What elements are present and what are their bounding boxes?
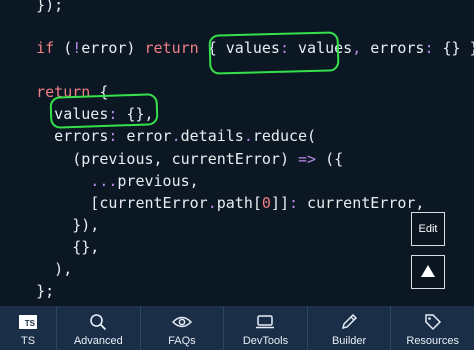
nav-item-resources[interactable]: Resources <box>390 306 474 350</box>
tag-icon <box>424 313 442 331</box>
code-token: (previous, currentError) <box>0 150 299 168</box>
code-token: [currentError <box>0 194 208 212</box>
code-token: }; <box>0 282 55 300</box>
code-token: , <box>352 39 362 57</box>
code-token: => <box>298 150 317 168</box>
nav-item-devtools[interactable]: DevTools <box>223 306 307 350</box>
code-line: (previous, currentError) => ({ <box>0 148 343 170</box>
triangle-up-icon <box>420 264 436 281</box>
code-token: if <box>0 39 64 57</box>
code-token: ({ <box>316 150 344 168</box>
highlight-values-empty <box>49 93 159 129</box>
nav-item-label: FAQs <box>168 335 196 347</box>
code-token: ( <box>63 39 73 57</box>
code-token: . <box>243 127 253 145</box>
code-token: details <box>180 127 244 145</box>
code-token: ]] <box>270 194 289 212</box>
pencil-icon <box>340 313 358 331</box>
code-token: previous, <box>117 172 199 190</box>
code-line: }; <box>0 280 54 302</box>
code-token: ), <box>0 260 73 278</box>
code-line: errors: error.details.reduce( <box>0 125 316 147</box>
code-token: : <box>289 194 299 212</box>
code-token: path[ <box>216 194 262 212</box>
code-line: [currentError.path[0]]: currentError, <box>0 192 424 214</box>
code-token: {}, <box>0 238 100 256</box>
nav-item-faqs[interactable]: FAQs <box>139 306 224 350</box>
nav-item-advanced[interactable]: Advanced <box>56 306 140 350</box>
edit-button[interactable]: Edit <box>411 212 445 246</box>
code-token: return <box>144 39 199 57</box>
code-token: ... <box>0 172 118 190</box>
edit-label: Edit <box>418 223 438 235</box>
code-token: }); <box>0 0 64 14</box>
scroll-up-button[interactable] <box>411 255 445 289</box>
highlight-values-values <box>208 31 340 75</box>
nav-item-label: Builder <box>331 335 367 347</box>
code-token: reduce( <box>252 127 317 145</box>
ts-badge-icon: TS <box>19 315 37 329</box>
code-token: ! <box>72 39 82 57</box>
code-token: errors <box>0 127 109 145</box>
nav-item-label: TS <box>20 335 36 347</box>
eye-icon <box>171 313 192 331</box>
code-line: ), <box>0 258 72 280</box>
code-token: . <box>207 194 217 212</box>
nav-item-label: Resources <box>406 335 459 347</box>
nav-item-builder[interactable]: Builder <box>306 306 391 350</box>
code-line: ...previous, <box>0 170 199 192</box>
code-token: : <box>424 39 434 57</box>
code-token: }), <box>0 216 100 234</box>
code-token: currentError, <box>298 194 425 212</box>
code-token: error <box>117 127 172 145</box>
code-token: 0 <box>261 194 271 212</box>
code-token: . <box>171 127 181 145</box>
code-line: {}, <box>0 236 99 258</box>
bottom-nav: TS TS Advanced FAQs DevTools Builder Res… <box>0 306 474 350</box>
code-token: error) <box>81 39 145 57</box>
nav-item-ts[interactable]: TS TS <box>0 306 56 350</box>
code-line: }); <box>0 0 63 16</box>
nav-item-label: Advanced <box>73 335 123 347</box>
nav-item-label: DevTools <box>242 335 289 347</box>
laptop-icon <box>255 313 275 331</box>
search-icon <box>89 313 107 331</box>
code-token: errors <box>361 39 425 57</box>
code-line: }), <box>0 214 99 236</box>
code-token: {} } <box>442 39 474 57</box>
